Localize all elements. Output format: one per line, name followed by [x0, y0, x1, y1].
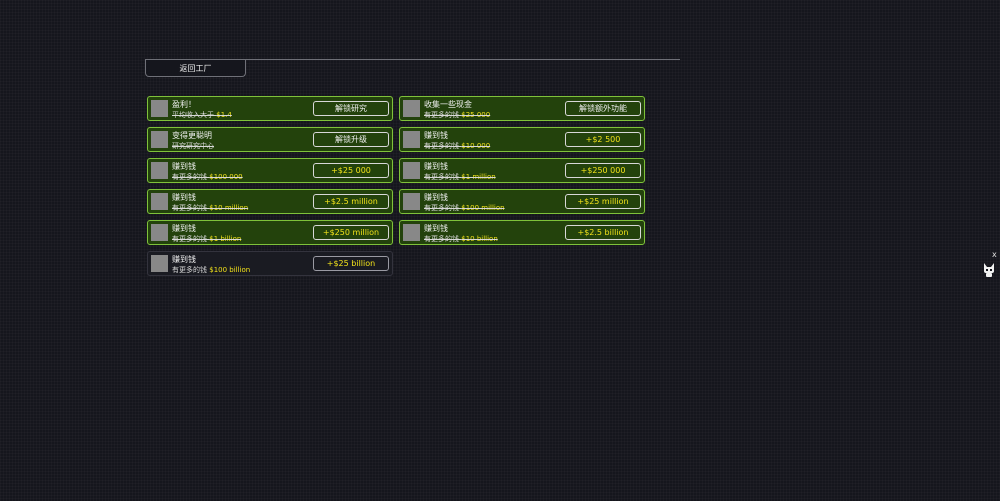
achievement-title: 赚到钱: [424, 162, 448, 171]
achievement-description: 有更多的钱 $10 billion: [424, 235, 498, 243]
achievement-title: 盈利！: [172, 100, 196, 109]
achievement-description: 有更多的钱 $10 million: [172, 204, 248, 212]
achievement-target-value: $25 000: [461, 111, 491, 119]
achievement-icon: [151, 193, 168, 210]
achievement-requirement: 研究研究中心: [172, 142, 214, 150]
back-to-factory-button[interactable]: 返回工厂: [145, 60, 246, 77]
cat-mascot-icon[interactable]: [982, 262, 996, 278]
achievement-target-value: $1 million: [461, 173, 496, 181]
achievement-target-value: $10 million: [209, 204, 249, 212]
achievement-reward-button[interactable]: +$25 billion: [313, 256, 389, 271]
achievement-card: 盈利！ 平均收入大于 $1.4 解锁研究: [147, 96, 393, 121]
achievement-target-value: $100 million: [461, 204, 505, 212]
achievement-title: 赚到钱: [172, 224, 196, 233]
achievement-description: 有更多的钱 $10 000: [424, 142, 490, 150]
achievement-requirement: 有更多的钱: [424, 111, 462, 119]
achievement-title: 赚到钱: [172, 162, 196, 171]
achievement-reward-button[interactable]: +$25 million: [565, 194, 641, 209]
achievement-reward-button[interactable]: +$250 million: [313, 225, 389, 240]
achievement-card: 赚到钱有更多的钱 $1 billion +$250 million: [147, 220, 393, 245]
achievement-icon: [403, 131, 420, 148]
achievement-title: 收集一些现金: [424, 100, 472, 109]
achievement-icon: [403, 193, 420, 210]
achievement-description: 有更多的钱 $1 million: [424, 173, 496, 181]
close-icon[interactable]: x: [992, 250, 997, 259]
achievement-target-value: $1 billion: [209, 235, 242, 243]
achievement-target-value: $100 billion: [209, 266, 251, 274]
achievement-icon: [151, 162, 168, 179]
achievement-title: 赚到钱: [424, 131, 448, 140]
achievement-reward-button[interactable]: +$25 000: [313, 163, 389, 178]
achievement-description: 有更多的钱 $25 000: [424, 111, 490, 119]
achievement-icon: [151, 100, 168, 117]
achievement-card: 赚到钱有更多的钱 $100 million +$25 million: [399, 189, 645, 214]
achievement-icon: [403, 100, 420, 117]
achievement-reward-button[interactable]: 解锁升级: [313, 132, 389, 147]
achievement-description: 有更多的钱 $100 000: [172, 173, 243, 181]
achievement-icon: [403, 224, 420, 241]
achievement-reward-button[interactable]: +$2.5 million: [313, 194, 389, 209]
achievement-requirement: 有更多的钱: [424, 142, 462, 150]
achievement-requirement: 有更多的钱: [424, 204, 462, 212]
achievement-title: 变得更聪明: [172, 131, 212, 140]
achievement-card: 赚到钱有更多的钱 $10 million +$2.5 million: [147, 189, 393, 214]
achievement-title: 赚到钱: [424, 193, 448, 202]
achievement-icon: [151, 224, 168, 241]
achievement-reward-button[interactable]: +$2.5 billion: [565, 225, 641, 240]
achievement-title: 赚到钱: [172, 193, 196, 202]
achievement-description: 平均收入大于 $1.4: [172, 111, 232, 119]
achievement-card: 赚到钱有更多的钱 $10 billion +$2.5 billion: [399, 220, 645, 245]
achievement-requirement: 有更多的钱: [172, 235, 210, 243]
achievement-reward-button[interactable]: 解锁研究: [313, 101, 389, 116]
achievement-card: 赚到钱有更多的钱 $100 billion +$25 billion: [147, 251, 393, 276]
achievement-requirement: 平均收入大于: [172, 111, 217, 119]
achievement-card: 收集一些现金 有更多的钱 $25 000 解锁额外功能: [399, 96, 645, 121]
achievement-target-value: $1.4: [216, 111, 232, 119]
achievement-reward-button[interactable]: +$250 000: [565, 163, 641, 178]
achievement-requirement: 有更多的钱: [172, 173, 210, 181]
achievement-target-value: $10 billion: [461, 235, 498, 243]
achievement-title: 赚到钱: [424, 224, 448, 233]
achievement-target-value: $10 000: [461, 142, 491, 150]
achievement-description: 研究研究中心: [172, 142, 214, 150]
achievement-reward-button[interactable]: +$2 500: [565, 132, 641, 147]
achievement-description: 有更多的钱 $1 billion: [172, 235, 241, 243]
achievement-icon: [403, 162, 420, 179]
achievement-card: 赚到钱有更多的钱 $10 000 +$2 500: [399, 127, 645, 152]
achievement-description: 有更多的钱 $100 million: [424, 204, 505, 212]
achievement-requirement: 有更多的钱: [172, 266, 210, 274]
achievement-icon: [151, 255, 168, 272]
achievement-requirement: 有更多的钱: [424, 235, 462, 243]
achievement-description: 有更多的钱 $100 billion: [172, 266, 250, 274]
achievement-reward-button[interactable]: 解锁额外功能: [565, 101, 641, 116]
achievement-card: 赚到钱有更多的钱 $100 000 +$25 000: [147, 158, 393, 183]
achievement-target-value: $100 000: [209, 173, 243, 181]
achievement-requirement: 有更多的钱: [424, 173, 462, 181]
achievement-card: 赚到钱有更多的钱 $1 million +$250 000: [399, 158, 645, 183]
achievement-icon: [151, 131, 168, 148]
achievement-card: 变得更聪明研究研究中心 解锁升级: [147, 127, 393, 152]
achievement-title: 赚到钱: [172, 255, 196, 264]
achievement-requirement: 有更多的钱: [172, 204, 210, 212]
